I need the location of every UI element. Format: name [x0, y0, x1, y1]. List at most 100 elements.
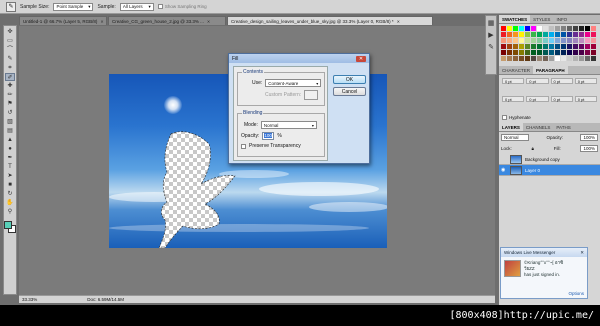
color-swatch[interactable] — [537, 32, 542, 37]
color-swatch[interactable] — [501, 32, 506, 37]
color-swatch[interactable] — [543, 50, 548, 55]
mode-select[interactable]: Normal ▾ — [260, 121, 317, 129]
color-swatch[interactable] — [525, 44, 530, 49]
color-swatch[interactable] — [555, 38, 560, 43]
color-swatch[interactable] — [591, 44, 596, 49]
space-field[interactable]: 0 pt — [502, 96, 525, 102]
color-swatch[interactable] — [531, 38, 536, 43]
color-swatch[interactable] — [567, 32, 572, 37]
shape-tool-icon[interactable]: ■ — [5, 181, 15, 189]
color-swatch[interactable] — [573, 32, 578, 37]
opacity-input[interactable]: 100 — [262, 132, 275, 140]
use-select[interactable]: Content-Aware ▾ — [265, 79, 322, 87]
color-swatch[interactable] — [507, 26, 512, 31]
color-swatch[interactable] — [531, 50, 536, 55]
hand-tool-icon[interactable]: ✋ — [5, 199, 15, 207]
show-sampling-ring-checkbox[interactable]: Show Sampling Ring — [157, 4, 207, 9]
color-swatch[interactable] — [537, 26, 542, 31]
tab-green-house[interactable]: Creative_CG_green_house_2.jpg @ 33.3% ..… — [108, 16, 226, 25]
indent-field[interactable]: 0 pt — [574, 78, 597, 84]
color-swatch[interactable] — [585, 26, 590, 31]
color-swatch[interactable] — [513, 32, 518, 37]
space-field[interactable]: 0 pt — [526, 96, 549, 102]
color-swatch[interactable] — [561, 56, 566, 61]
color-swatch[interactable] — [585, 50, 590, 55]
layer-row[interactable]: Background copy — [499, 154, 600, 165]
color-swatch[interactable] — [579, 32, 584, 37]
color-swatch[interactable] — [501, 50, 506, 55]
color-swatch[interactable] — [567, 38, 572, 43]
color-swatch[interactable] — [573, 44, 578, 49]
gradient-tool-icon[interactable]: ▤ — [5, 127, 15, 135]
blend-mode-select[interactable]: Normal — [501, 134, 529, 141]
color-swatch[interactable] — [519, 44, 524, 49]
color-swatch[interactable] — [543, 44, 548, 49]
eye-icon[interactable]: ◉ — [501, 167, 507, 173]
preserve-transparency-checkbox[interactable]: Preserve Transparency — [241, 143, 301, 149]
move-tool-icon[interactable]: ✜ — [5, 28, 15, 36]
color-swatch[interactable] — [525, 26, 530, 31]
tab-info[interactable]: INFO — [553, 15, 570, 23]
color-swatch[interactable] — [513, 26, 518, 31]
color-swatch[interactable] — [531, 32, 536, 37]
color-swatch[interactable] — [537, 44, 542, 49]
tab-layers[interactable]: LAYERS — [499, 123, 523, 131]
color-swatch[interactable] — [585, 32, 590, 37]
color-swatch[interactable] — [543, 32, 548, 37]
color-swatch[interactable] — [579, 44, 584, 49]
zoom-level[interactable]: 33.33% — [22, 297, 37, 302]
color-swatch[interactable] — [591, 26, 596, 31]
lasso-tool-icon[interactable]: ⌒ — [5, 46, 15, 54]
space-field[interactable]: 0 pt — [550, 96, 573, 102]
color-swatch[interactable] — [525, 32, 530, 37]
color-swatch[interactable] — [549, 26, 554, 31]
color-swatches[interactable] — [4, 221, 16, 233]
marquee-tool-icon[interactable]: ▭ — [5, 37, 15, 45]
blur-tool-icon[interactable]: ▲ — [5, 136, 15, 144]
color-swatch[interactable] — [501, 26, 506, 31]
indent-field[interactable]: 0 pt — [502, 78, 525, 84]
color-swatch[interactable] — [567, 44, 572, 49]
color-swatch[interactable] — [561, 38, 566, 43]
dialog-titlebar[interactable]: Fill ✕ — [229, 54, 369, 63]
color-swatch[interactable] — [579, 50, 584, 55]
color-swatch[interactable] — [579, 38, 584, 43]
lock-icon[interactable]: 🔒︎ — [532, 146, 534, 151]
color-swatch[interactable] — [525, 56, 530, 61]
color-swatch[interactable] — [567, 50, 572, 55]
tab-paragraph[interactable]: PARAGRAPH — [533, 66, 568, 74]
tab-untitled-1[interactable]: Untitled-1 @ 66.7% (Layer 5, RGB/8) ✕ — [19, 16, 107, 25]
color-swatch[interactable] — [561, 26, 566, 31]
color-swatch[interactable] — [507, 44, 512, 49]
color-swatch[interactable] — [501, 38, 506, 43]
quick-select-tool-icon[interactable]: ✎ — [5, 55, 15, 63]
color-swatch[interactable] — [549, 56, 554, 61]
color-swatch[interactable] — [555, 50, 560, 55]
layer-row[interactable]: ◉ Layer 0 — [499, 165, 600, 176]
color-swatch[interactable] — [573, 26, 578, 31]
sample-select[interactable]: All Layers ▾ — [119, 2, 154, 11]
color-swatch[interactable] — [543, 38, 548, 43]
color-swatch[interactable] — [543, 26, 548, 31]
color-swatch[interactable] — [507, 32, 512, 37]
color-swatch[interactable] — [567, 56, 572, 61]
color-swatch[interactable] — [531, 44, 536, 49]
color-swatch[interactable] — [501, 56, 506, 61]
ok-button[interactable]: OK — [333, 75, 366, 84]
color-swatch[interactable] — [525, 38, 530, 43]
zoom-tool-icon[interactable]: ⚲ — [5, 208, 15, 216]
color-swatch[interactable] — [549, 38, 554, 43]
color-swatch[interactable] — [567, 26, 572, 31]
color-swatch[interactable] — [591, 50, 596, 55]
color-swatch[interactable] — [591, 56, 596, 61]
3d-rotate-tool-icon[interactable]: ↻ — [5, 190, 15, 198]
color-swatch[interactable] — [513, 38, 518, 43]
color-swatch[interactable] — [573, 56, 578, 61]
color-swatch[interactable] — [591, 38, 596, 43]
color-swatch[interactable] — [537, 50, 542, 55]
color-swatch[interactable] — [501, 44, 506, 49]
type-tool-icon[interactable]: T — [5, 163, 15, 171]
color-swatch[interactable] — [513, 50, 518, 55]
color-swatch[interactable] — [525, 50, 530, 55]
color-swatch[interactable] — [507, 56, 512, 61]
